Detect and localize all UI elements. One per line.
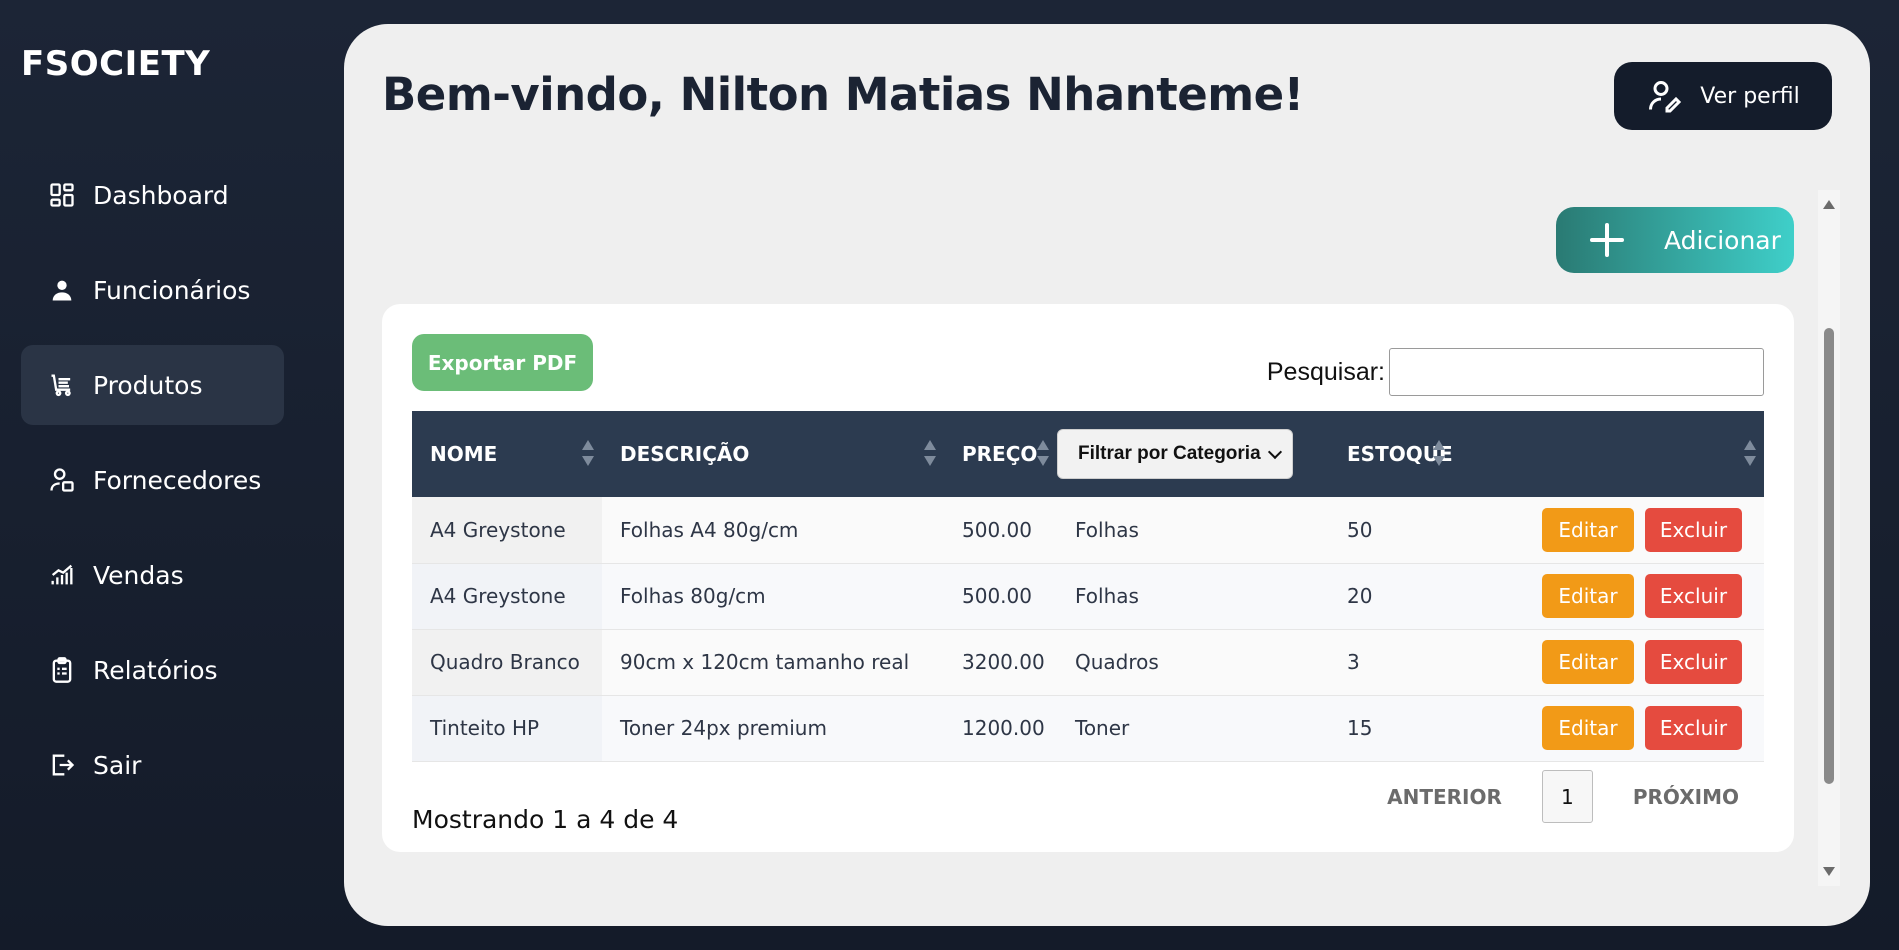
cell-descricao: Folhas 80g/cm bbox=[620, 584, 766, 608]
cell-descricao: Folhas A4 80g/cm bbox=[620, 517, 799, 542]
cell-estoque: 50 bbox=[1347, 517, 1373, 542]
column-header-descricao[interactable]: DESCRIÇÃO bbox=[602, 411, 944, 497]
main-panel: Bem-vindo, Nilton Matias Nhanteme! Ver p… bbox=[344, 24, 1870, 926]
sidebar-nav: Dashboard Funcionários Produtos Forneced… bbox=[21, 155, 284, 820]
cell-categoria: Quadros bbox=[1075, 650, 1159, 674]
cell-categoria: Folhas bbox=[1075, 517, 1139, 542]
edit-button[interactable]: Editar bbox=[1542, 706, 1634, 750]
brand-logo: FSOCIETY bbox=[21, 44, 211, 84]
cell-nome: Tinteito HP bbox=[412, 695, 602, 761]
user-edit-icon bbox=[1649, 81, 1682, 113]
sidebar-item-label: Relatórios bbox=[93, 655, 218, 685]
table-row: A4 Greystone Folhas 80g/cm 500.00 Folhas… bbox=[412, 563, 1764, 629]
sidebar-item-fornecedores[interactable]: Fornecedores bbox=[21, 440, 284, 520]
cell-preco: 3200.00 bbox=[962, 650, 1045, 674]
cell-actions: Editar Excluir bbox=[1453, 629, 1764, 695]
page-title: Bem-vindo, Nilton Matias Nhanteme! bbox=[382, 68, 1304, 121]
edit-button[interactable]: Editar bbox=[1542, 507, 1634, 552]
view-profile-label: Ver perfil bbox=[1700, 83, 1800, 109]
cell-preco: 1200.00 bbox=[962, 716, 1045, 740]
view-profile-button[interactable]: Ver perfil bbox=[1614, 62, 1832, 130]
scroll-down-icon[interactable] bbox=[1823, 867, 1835, 876]
cell-estoque: 20 bbox=[1347, 584, 1373, 608]
next-page-button[interactable]: PRÓXIMO bbox=[1633, 785, 1739, 809]
column-header-preco[interactable]: PREÇO bbox=[944, 411, 1057, 497]
delete-button[interactable]: Excluir bbox=[1645, 640, 1742, 684]
cell-actions: Editar Excluir bbox=[1453, 497, 1764, 563]
cell-estoque: 3 bbox=[1347, 650, 1360, 674]
column-header-estoque[interactable]: ESTOQUE bbox=[1329, 411, 1453, 497]
category-filter-select[interactable]: Filtrar por Categoria bbox=[1057, 429, 1293, 479]
supplier-icon bbox=[47, 465, 77, 495]
delete-button[interactable]: Excluir bbox=[1645, 706, 1742, 750]
products-card: Exportar PDF Pesquisar: NOME DESCRIÇÃO P… bbox=[382, 304, 1794, 852]
table-info: Mostrando 1 a 4 de 4 bbox=[412, 805, 679, 834]
table-row: Tinteito HP Toner 24px premium 1200.00 T… bbox=[412, 695, 1764, 761]
pagination: ANTERIOR 1 PRÓXIMO bbox=[1387, 770, 1739, 823]
sort-icon[interactable] bbox=[582, 440, 594, 466]
cell-descricao: 90cm x 120cm tamanho real bbox=[620, 650, 910, 674]
sidebar-item-sair[interactable]: Sair bbox=[21, 725, 284, 805]
search-label: Pesquisar: bbox=[1266, 357, 1385, 386]
cell-estoque: 15 bbox=[1347, 716, 1373, 740]
category-filter-value: Filtrar por Categoria bbox=[1078, 443, 1261, 464]
sort-icon[interactable] bbox=[1744, 440, 1756, 466]
sidebar-item-dashboard[interactable]: Dashboard bbox=[21, 155, 284, 235]
search-input[interactable] bbox=[1389, 348, 1764, 396]
sidebar-item-label: Fornecedores bbox=[93, 465, 262, 495]
add-button[interactable]: Adicionar bbox=[1556, 207, 1794, 273]
sidebar-item-produtos[interactable]: Produtos bbox=[21, 345, 284, 425]
cell-nome: A4 Greystone bbox=[412, 563, 602, 629]
plus-icon bbox=[1590, 223, 1624, 257]
edit-button[interactable]: Editar bbox=[1542, 640, 1634, 684]
cell-descricao: Toner 24px premium bbox=[620, 716, 827, 740]
user-icon bbox=[47, 275, 77, 305]
table-header-row: NOME DESCRIÇÃO PREÇO Filtrar por Categor… bbox=[412, 411, 1764, 497]
delete-button[interactable]: Excluir bbox=[1645, 574, 1742, 618]
sidebar-item-label: Sair bbox=[93, 750, 142, 780]
add-label: Adicionar bbox=[1664, 225, 1781, 255]
scrollbar-thumb[interactable] bbox=[1824, 328, 1834, 784]
clipboard-icon bbox=[47, 655, 77, 685]
cell-actions: Editar Excluir bbox=[1453, 563, 1764, 629]
table-row: Quadro Branco 90cm x 120cm tamanho real … bbox=[412, 629, 1764, 695]
sidebar: FSOCIETY Dashboard Funcionários Produtos… bbox=[0, 0, 340, 950]
cell-nome: A4 Greystone bbox=[412, 497, 602, 563]
sidebar-item-label: Vendas bbox=[93, 560, 184, 590]
sidebar-item-label: Produtos bbox=[93, 370, 203, 400]
cell-preco: 500.00 bbox=[962, 584, 1032, 608]
sort-icon[interactable] bbox=[1037, 440, 1049, 466]
sort-icon[interactable] bbox=[924, 440, 936, 466]
sidebar-item-label: Funcionários bbox=[93, 275, 251, 305]
sidebar-item-funcionarios[interactable]: Funcionários bbox=[21, 250, 284, 330]
cart-icon bbox=[47, 370, 77, 400]
column-header-actions[interactable] bbox=[1453, 411, 1764, 497]
cell-actions: Editar Excluir bbox=[1453, 695, 1764, 761]
dashboard-icon bbox=[47, 180, 77, 210]
products-table: NOME DESCRIÇÃO PREÇO Filtrar por Categor… bbox=[412, 411, 1764, 762]
table-row: A4 Greystone Folhas A4 80g/cm 500.00 Fol… bbox=[412, 497, 1764, 563]
scrollbar[interactable] bbox=[1818, 190, 1840, 886]
sidebar-item-label: Dashboard bbox=[93, 180, 229, 210]
sidebar-item-relatorios[interactable]: Relatórios bbox=[21, 630, 284, 710]
column-header-nome[interactable]: NOME bbox=[412, 411, 602, 497]
cell-nome: Quadro Branco bbox=[412, 629, 602, 695]
cell-categoria: Toner bbox=[1075, 716, 1130, 740]
search-group: Pesquisar: bbox=[1267, 348, 1764, 396]
edit-button[interactable]: Editar bbox=[1542, 574, 1634, 618]
cell-categoria: Folhas bbox=[1075, 584, 1139, 608]
export-pdf-button[interactable]: Exportar PDF bbox=[412, 334, 593, 391]
sales-chart-icon bbox=[47, 560, 77, 590]
chevron-down-icon bbox=[1267, 444, 1283, 459]
sort-icon[interactable] bbox=[1432, 440, 1445, 466]
logout-icon bbox=[47, 750, 77, 780]
page-number-button[interactable]: 1 bbox=[1541, 770, 1593, 823]
sidebar-item-vendas[interactable]: Vendas bbox=[21, 535, 284, 615]
delete-button[interactable]: Excluir bbox=[1645, 507, 1742, 552]
scroll-up-icon[interactable] bbox=[1823, 200, 1835, 209]
cell-preco: 500.00 bbox=[962, 517, 1032, 542]
column-header-categoria: Filtrar por Categoria bbox=[1057, 411, 1329, 497]
prev-page-button[interactable]: ANTERIOR bbox=[1387, 785, 1502, 809]
